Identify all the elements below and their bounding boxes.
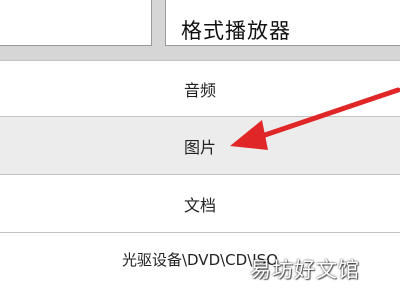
format-button-left[interactable]	[0, 0, 152, 46]
list-item-audio[interactable]: 音频	[0, 60, 400, 116]
list-item-label: 音频	[183, 80, 216, 100]
format-player-label: 格式播放器	[181, 19, 291, 43]
watermark-text: 易坊好文馆	[250, 258, 360, 282]
list-item-image[interactable]: 图片	[0, 116, 400, 174]
list-item-document[interactable]: 文档	[0, 174, 400, 232]
format-player-button[interactable]: 格式播放器	[165, 0, 400, 46]
list-item-label: 文档	[183, 195, 216, 215]
list-item-label: 图片	[183, 137, 216, 157]
